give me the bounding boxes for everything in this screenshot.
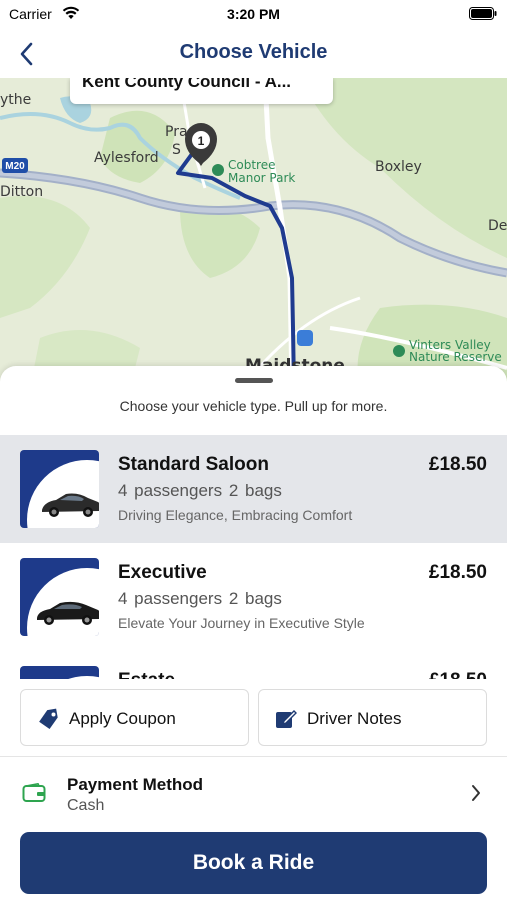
vehicle-tagline: Driving Elegance, Embracing Comfort [118,507,353,523]
vehicle-capacity: 4 passengers 2 bags [118,481,282,501]
destination-label: Kent County Council - A... [82,78,292,91]
vehicle-name: Estate [118,670,175,679]
apply-coupon-button[interactable]: Apply Coupon [20,689,249,746]
vehicle-image [20,558,99,636]
vehicle-name: Standard Saloon [118,454,269,475]
sheet-grabber[interactable] [235,378,273,383]
vehicle-list: Standard Saloon £18.50 4 passengers 2 ba… [0,435,507,679]
car-icon [37,601,99,625]
payment-method-value: Cash [67,797,105,814]
map-label-aylesford: Aylesford [94,150,159,166]
vehicle-price: £18.50 [429,670,487,679]
vehicle-tagline: Elevate Your Journey in Executive Style [118,615,365,631]
map-label-pra: Pra [165,124,188,140]
m20-shield: M20 [5,161,25,172]
vehicle-sheet: Choose your vehicle type. Pull up for mo… [0,366,507,900]
payment-method-title: Payment Method [67,775,204,794]
map-label-de: De [488,218,507,234]
map-label-ditton: Ditton [0,184,44,200]
status-bar: Carrier 3:20 PM [0,0,507,30]
vehicle-price: £18.50 [428,562,487,583]
map-label-manor-park: Manor Park [228,171,296,185]
vehicle-bags: 2 bags [228,589,282,608]
vehicle-capacity: 4 passengers 2 bags [118,589,282,609]
vehicle-row-executive[interactable]: Executive £18.50 4 passengers 2 bags Ele… [0,543,507,651]
driver-notes-label: Driver Notes [307,709,402,728]
vehicle-image [20,450,99,528]
vehicle-passengers: 4 passengers [118,589,223,608]
driver-notes-button[interactable]: Driver Notes [258,689,487,746]
destination-card[interactable]: Kent County Council - A... [70,78,333,104]
vehicle-name: Executive [118,562,207,583]
pin-number: 1 [198,134,205,148]
edit-icon [276,710,297,728]
nav-bar: Choose Vehicle [0,30,507,78]
map-label-s: S [172,142,181,158]
map-view[interactable]: 1 M20 ythe Aylesford Pra S Boxley Ditton… [0,78,507,388]
vehicle-bags: 2 bags [228,481,282,500]
map-label-boxley: Boxley [375,159,422,175]
car-icon [42,493,99,517]
battery-icon [469,7,497,25]
vehicle-image [20,666,99,679]
vehicle-passengers: 4 passengers [118,481,223,500]
wallet-icon [22,783,46,802]
apply-coupon-label: Apply Coupon [69,709,176,728]
tag-icon [39,708,58,730]
page-title: Choose Vehicle [179,41,328,63]
chevron-right-icon [472,785,480,801]
vehicle-price: £18.50 [428,454,487,475]
map-label-rythe: ythe [0,92,32,108]
map-label-nature-reserve: Nature Reserve [409,350,502,364]
status-time: 3:20 PM [227,6,280,22]
payment-method-row[interactable]: Payment Method Cash [0,757,507,829]
book-ride-button[interactable]: Book a Ride [20,832,487,894]
vehicle-row-standard-saloon[interactable]: Standard Saloon £18.50 4 passengers 2 ba… [0,435,507,543]
vehicle-row-estate[interactable]: Estate £18.50 [0,651,507,679]
sheet-hint: Choose your vehicle type. Pull up for mo… [119,398,388,414]
